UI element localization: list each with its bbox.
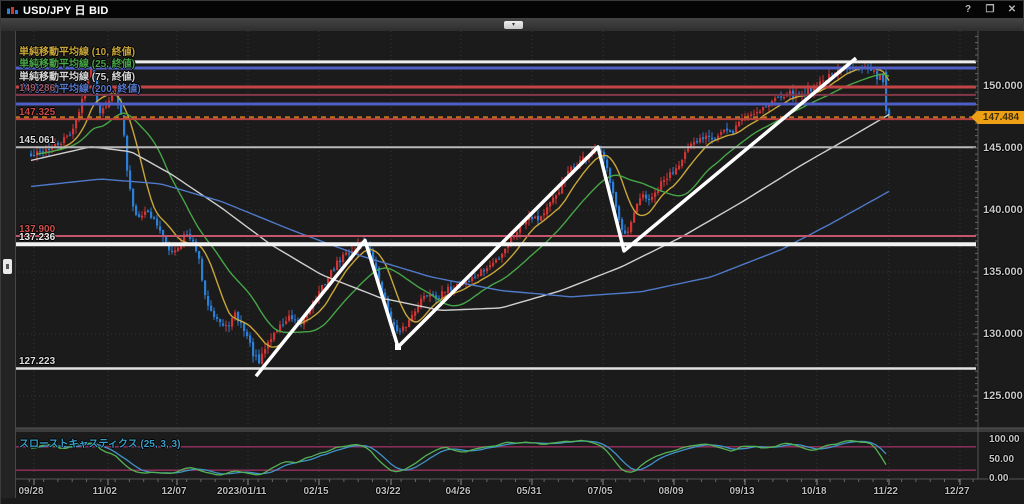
price-axis-label: 145.000 [983, 142, 1023, 154]
chart-window: USD/JPY 日 BID ? ❐ ✕ ▾ 単純移動平均線 (10, 終値) 単純… [0, 0, 1024, 504]
price-level-label: 145.061 [19, 135, 56, 147]
stoch-axis-label: 50.00 [989, 453, 1015, 465]
current-price-badge: 147.484 [971, 110, 1024, 124]
price-axis-label: 140.000 [983, 204, 1023, 216]
time-axis-label: 11/22 [873, 486, 898, 497]
price-axis-label: 130.000 [983, 328, 1023, 340]
time-axis-label: 04/26 [445, 486, 471, 497]
candlestick-chart-icon [7, 5, 18, 14]
left-splitter[interactable] [1, 31, 16, 498]
splitter-handle[interactable] [3, 259, 12, 274]
panel-separator[interactable] [1, 428, 1024, 432]
toolbar-strip: ▾ [1, 18, 1023, 32]
time-axis-label: 09/28 [18, 486, 44, 497]
stoch-axis-label: 0.00 [989, 473, 1009, 484]
time-axis-label: 03/22 [375, 486, 401, 497]
time-axis-label: 09/13 [729, 486, 755, 497]
price-level-label: 127.223 [19, 356, 56, 368]
price-axis-label: 125.000 [983, 390, 1023, 402]
stoch-legend-label: スローストキャスティクス (25, 3, 3) [19, 439, 181, 450]
time-axis-label: 2023/01/11 [217, 486, 267, 497]
time-axis-label: 08/09 [658, 486, 684, 497]
trendline-handle[interactable] [395, 344, 401, 350]
help-button[interactable]: ? [961, 4, 975, 16]
time-axis-label: 02/15 [303, 486, 329, 497]
chart-area[interactable]: 単純移動平均線 (10, 終値) 単純移動平均線 (25, 終値) 単純移動平均線 … [1, 31, 1024, 504]
time-axis-label: 11/02 [92, 486, 117, 497]
time-axis-label: 07/05 [587, 486, 613, 497]
stoch-axis-label: 100.00 [989, 434, 1020, 445]
time-axis-label: 12/27 [944, 486, 970, 497]
close-button[interactable]: ✕ [1005, 4, 1019, 16]
time-axis-label: 05/31 [516, 486, 542, 497]
title-bar[interactable]: USD/JPY 日 BID ? ❐ ✕ [1, 1, 1023, 18]
toolbar-collapse-button[interactable]: ▾ [504, 21, 523, 29]
price-axis-label: 150.000 [983, 80, 1023, 92]
price-level-label: 149.286 [19, 82, 56, 94]
window-title: USD/JPY 日 BID [23, 4, 109, 17]
maximize-button[interactable]: ❐ [983, 4, 997, 16]
time-axis-label: 12/07 [161, 486, 187, 497]
window-controls: ? ❐ ✕ [961, 4, 1019, 16]
price-axis-label: 135.000 [983, 266, 1023, 278]
chart-canvas[interactable] [1, 31, 1024, 504]
price-level-label: 137.236 [19, 232, 56, 244]
price-level-label: 147.325 [19, 107, 56, 119]
time-axis-label: 10/18 [801, 486, 827, 497]
